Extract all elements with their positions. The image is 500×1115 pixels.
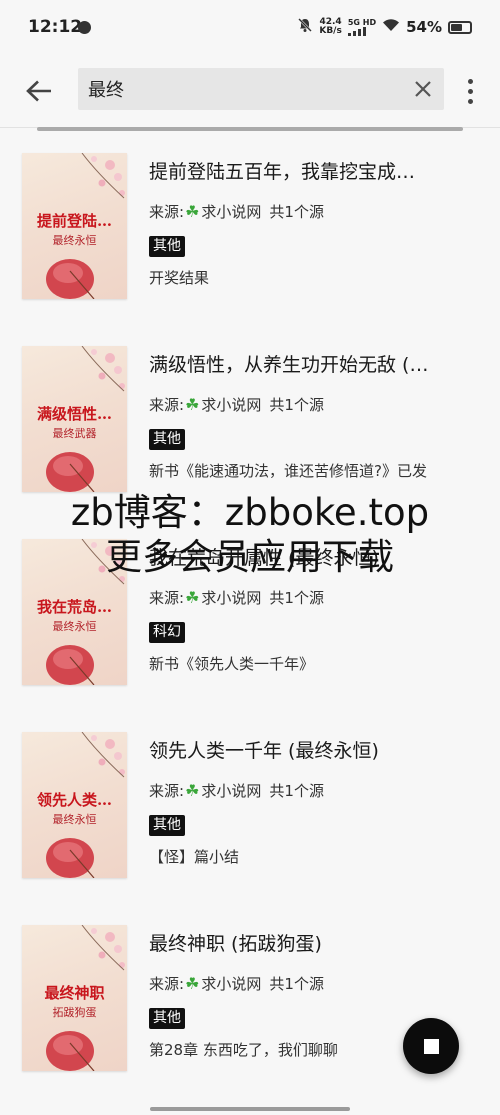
timer-icon xyxy=(78,21,91,34)
book-title: 提前登陆五百年，我靠挖宝成… xyxy=(149,161,416,183)
cover-author: 最终永恒 xyxy=(52,813,97,826)
source-count: 共1个源 xyxy=(269,203,324,221)
source-label: 来源: xyxy=(149,203,185,221)
book-cover[interactable]: 我在荒岛… 最终永恒 xyxy=(22,539,127,685)
book-source: 来源: ☘ 求小说网 共1个源 xyxy=(149,587,324,608)
source-name: 求小说网 xyxy=(201,589,262,607)
clear-search-button[interactable] xyxy=(410,76,436,102)
clover-icon: ☘ xyxy=(185,395,200,414)
source-name: 求小说网 xyxy=(201,975,262,993)
cover-title: 提前登陆… xyxy=(36,212,112,230)
book-source: 来源: ☘ 求小说网 共1个源 xyxy=(149,201,324,222)
status-indicators: 42.4 KB/s 5G HD 54% xyxy=(297,17,472,37)
gesture-navigation-bar[interactable] xyxy=(150,1107,350,1111)
book-title: 我在荒岛开属性 (最终永恒) xyxy=(149,547,379,569)
cover-title: 满级悟性… xyxy=(36,405,112,423)
arrow-left-icon xyxy=(26,80,51,102)
cover-author: 拓跋狗蛋 xyxy=(52,1006,97,1019)
latest-chapter: 新书《领先人类一千年》 xyxy=(149,655,315,673)
book-source: 来源: ☘ 求小说网 共1个源 xyxy=(149,780,324,801)
source-label: 来源: xyxy=(149,396,185,414)
source-label: 来源: xyxy=(149,589,185,607)
battery-icon xyxy=(448,20,472,34)
book-cover[interactable]: 提前登陆… 最终永恒 xyxy=(22,153,127,299)
signal-label: 5G HD xyxy=(347,17,377,27)
net-speed-unit: KB/s xyxy=(319,26,342,36)
clover-icon: ☘ xyxy=(185,202,200,221)
book-list-item[interactable]: 我在荒岛… 最终永恒 我在荒岛开属性 (最终永恒) 来源: ☘ 求小说网 共1个… xyxy=(0,517,500,710)
cover-title: 我在荒岛… xyxy=(36,598,112,616)
source-count: 共1个源 xyxy=(269,975,324,993)
more-vert-icon-dot xyxy=(467,98,473,104)
status-time: 12:12 xyxy=(28,17,83,37)
genre-tag: 其他 xyxy=(149,815,185,836)
cover-author: 最终永恒 xyxy=(52,620,97,633)
cover-title: 最终神职 xyxy=(44,984,105,1002)
back-button[interactable] xyxy=(22,74,56,108)
battery-percent: 54% xyxy=(406,18,442,36)
clover-icon: ☘ xyxy=(185,974,200,993)
book-cover[interactable]: 最终神职 拓跋狗蛋 xyxy=(22,925,127,1071)
cover-title: 领先人类… xyxy=(36,791,112,809)
book-cover[interactable]: 满级悟性… 最终武器 xyxy=(22,346,127,492)
clover-icon: ☘ xyxy=(185,588,200,607)
more-vert-icon-dot xyxy=(467,88,473,94)
wifi-icon xyxy=(382,18,400,36)
book-list-item[interactable]: 领先人类… 最终永恒 领先人类一千年 (最终永恒) 来源: ☘ 求小说网 共1个… xyxy=(0,710,500,903)
book-title: 最终神职 (拓跋狗蛋) xyxy=(149,933,322,955)
status-bar: 12:12 42.4 KB/s 5G HD 54% xyxy=(0,0,500,58)
more-vert-icon-dot xyxy=(467,78,473,84)
source-name: 求小说网 xyxy=(201,782,262,800)
genre-tag: 其他 xyxy=(149,236,185,257)
cover-author: 最终武器 xyxy=(52,427,97,440)
signal-icon: 5G HD xyxy=(347,17,377,36)
book-source: 来源: ☘ 求小说网 共1个源 xyxy=(149,973,324,994)
search-input[interactable] xyxy=(88,77,388,101)
stop-icon xyxy=(423,1038,439,1054)
source-count: 共1个源 xyxy=(269,782,324,800)
latest-chapter: 新书《能速通功法，谁还苦修悟道?》已发 xyxy=(149,462,427,480)
close-icon xyxy=(415,81,431,97)
genre-tag: 科幻 xyxy=(149,622,185,643)
genre-tag: 其他 xyxy=(149,429,185,450)
net-speed: 42.4 KB/s xyxy=(319,18,341,36)
source-count: 共1个源 xyxy=(269,589,324,607)
latest-chapter: 开奖结果 xyxy=(149,269,210,287)
clover-icon: ☘ xyxy=(185,781,200,800)
source-count: 共1个源 xyxy=(269,396,324,414)
cover-author: 最终永恒 xyxy=(52,234,97,247)
mute-icon xyxy=(297,17,313,37)
book-source: 来源: ☘ 求小说网 共1个源 xyxy=(149,394,324,415)
book-cover[interactable]: 领先人类… 最终永恒 xyxy=(22,732,127,878)
search-toolbar xyxy=(0,58,500,128)
book-title: 满级悟性，从养生功开始无敌 (… xyxy=(149,354,429,376)
more-options-button[interactable] xyxy=(460,74,480,108)
book-list-item[interactable]: 提前登陆… 最终永恒 提前登陆五百年，我靠挖宝成… 来源: ☘ 求小说网 共1个… xyxy=(0,131,500,324)
source-name: 求小说网 xyxy=(201,396,262,414)
search-box[interactable] xyxy=(78,68,444,110)
book-list-item[interactable]: 满级悟性… 最终武器 满级悟性，从养生功开始无敌 (… 来源: ☘ 求小说网 共… xyxy=(0,324,500,517)
book-title: 领先人类一千年 (最终永恒) xyxy=(149,740,379,762)
source-name: 求小说网 xyxy=(201,203,262,221)
latest-chapter: 【怪】篇小结 xyxy=(149,848,240,866)
stop-fab-button[interactable] xyxy=(403,1018,459,1074)
source-label: 来源: xyxy=(149,782,185,800)
genre-tag: 其他 xyxy=(149,1008,185,1029)
battery-fill xyxy=(451,23,462,31)
source-label: 来源: xyxy=(149,975,185,993)
